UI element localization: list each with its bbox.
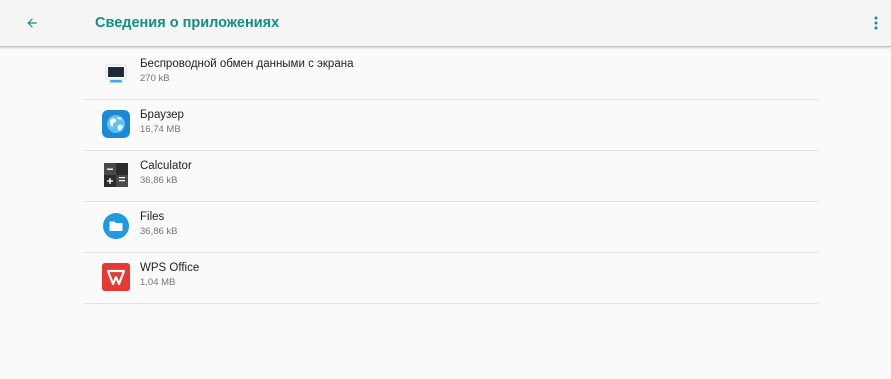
overflow-menu-button[interactable]	[866, 9, 886, 37]
app-info-screen: Сведения о приложениях Беспроводной обме…	[0, 0, 891, 379]
app-size: 36,86 kB	[140, 226, 178, 237]
app-name: Беспроводной обмен данными с экрана	[140, 58, 354, 70]
app-name: Calculator	[140, 160, 192, 172]
app-size: 36,86 kB	[140, 175, 178, 186]
app-bar: Сведения о приложениях	[0, 0, 891, 47]
app-name: Браузер	[140, 109, 184, 121]
arrow-back-icon	[27, 18, 37, 28]
app-size: 16,74 MB	[140, 124, 181, 135]
back-button[interactable]	[18, 9, 46, 37]
list-item-app[interactable]: WPS Office 1,04 MB	[84, 252, 818, 304]
app-size: 1,04 MB	[140, 277, 176, 288]
calculator-icon	[101, 160, 131, 190]
screen-mirror-icon	[101, 58, 131, 88]
globe-browser-icon	[101, 109, 131, 139]
app-name: WPS Office	[140, 262, 200, 274]
list-item-app[interactable]: Беспроводной обмен данными с экрана 270 …	[84, 48, 818, 100]
more-vert-icon	[874, 16, 878, 30]
page-title: Сведения о приложениях	[95, 15, 280, 31]
app-size: 270 kB	[140, 73, 170, 84]
list-item-app[interactable]: Files 36,86 kB	[84, 201, 818, 253]
folder-icon	[101, 211, 131, 241]
list-item-app[interactable]: Браузер 16,74 MB	[84, 99, 818, 151]
app-name: Files	[140, 211, 165, 223]
wps-office-icon	[101, 262, 131, 292]
list-item-app[interactable]: Calculator 36,86 kB	[84, 150, 818, 202]
